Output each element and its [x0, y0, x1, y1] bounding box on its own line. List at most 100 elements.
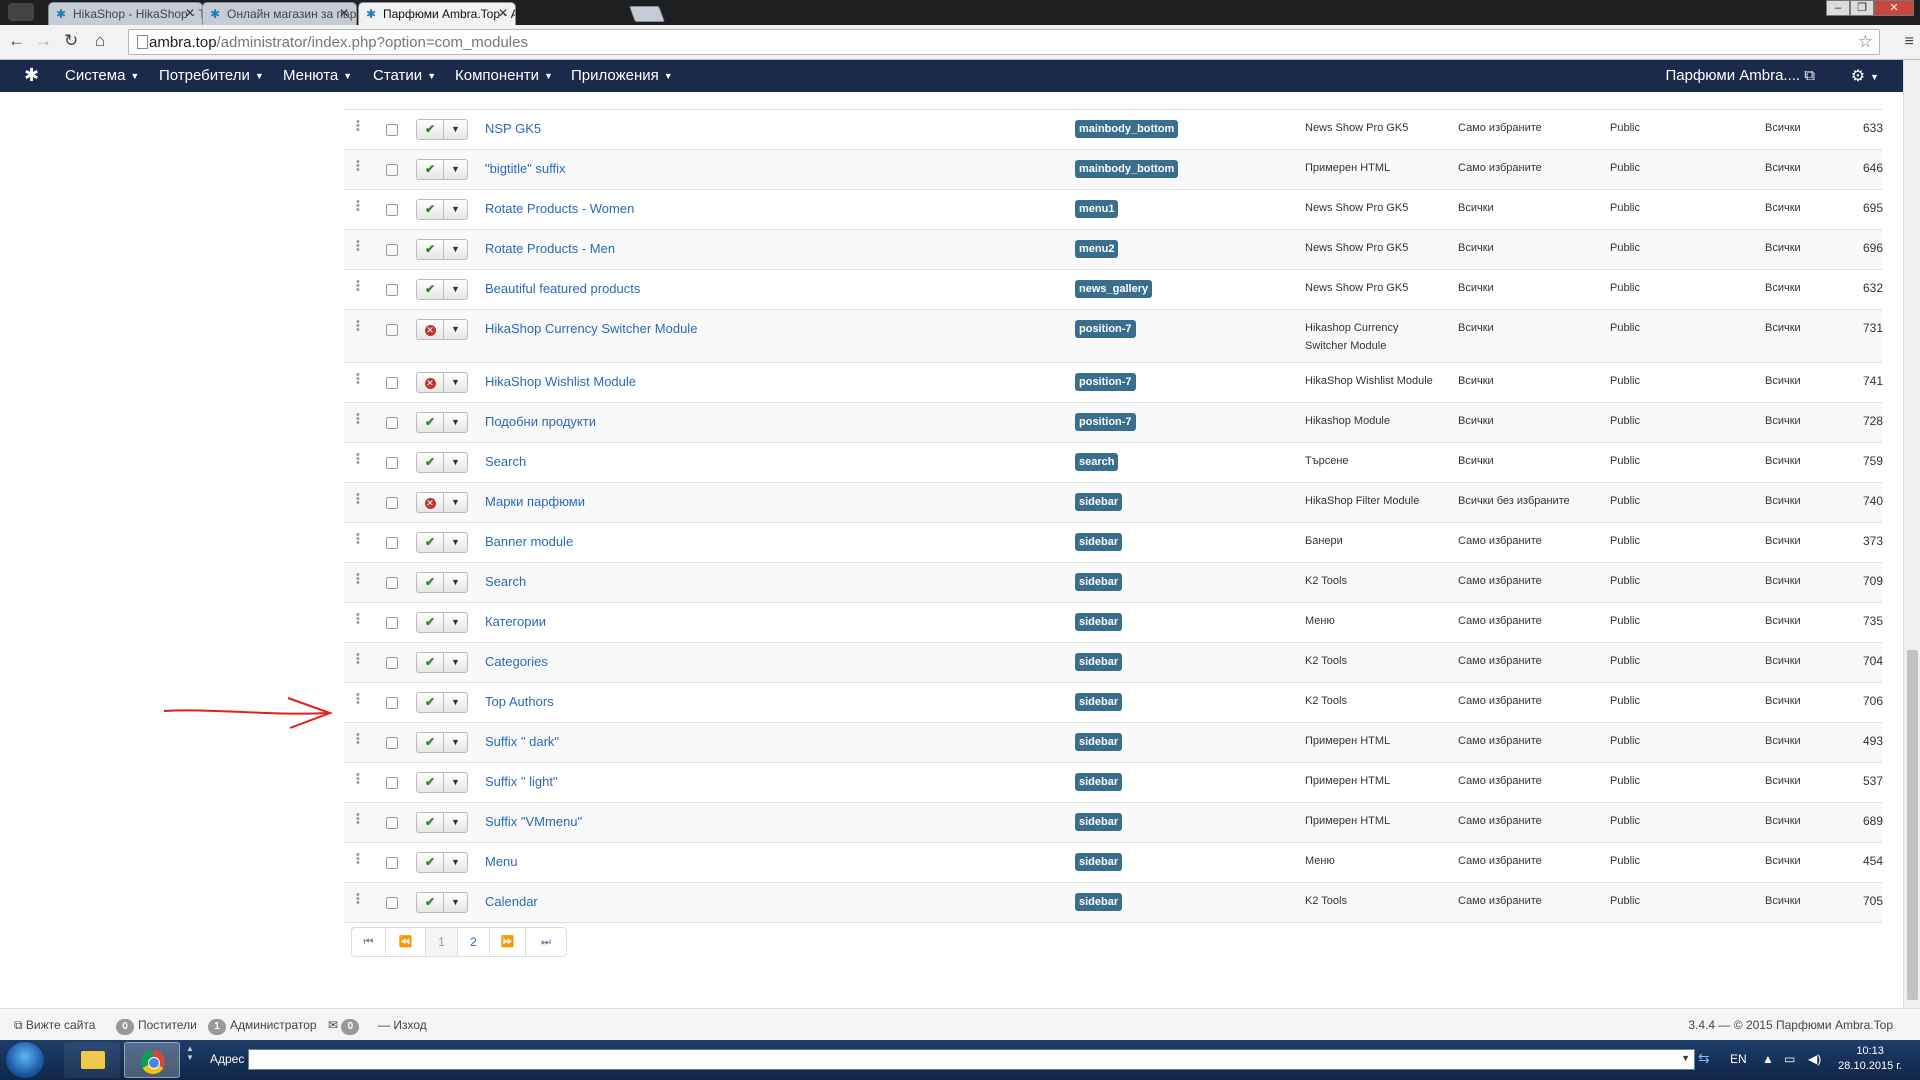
drag-handle-icon[interactable]: • • • — [356, 450, 360, 469]
menu-menus[interactable]: Менюта ▼ — [283, 67, 352, 84]
published-toggle[interactable]: ✔ — [416, 119, 444, 140]
published-toggle[interactable]: ✔ — [416, 692, 444, 713]
row-checkbox[interactable] — [386, 737, 398, 749]
drag-handle-icon[interactable]: • • • — [356, 810, 360, 829]
row-actions-dropdown[interactable]: ▼ — [443, 892, 468, 913]
chevron-down-icon[interactable]: ▼ — [1681, 1053, 1690, 1063]
row-checkbox[interactable] — [386, 817, 398, 829]
row-checkbox[interactable] — [386, 897, 398, 909]
module-title-link[interactable]: HikaShop Wishlist Module — [485, 374, 636, 389]
module-title-link[interactable]: Categories — [485, 654, 548, 669]
menu-articles[interactable]: Статии ▼ — [373, 67, 436, 84]
scrollbar-thumb[interactable] — [1907, 650, 1918, 1000]
unpublished-toggle[interactable]: ✕ — [416, 372, 444, 393]
module-title-link[interactable]: Calendar — [485, 894, 538, 909]
published-toggle[interactable]: ✔ — [416, 852, 444, 873]
drag-handle-icon[interactable]: • • • — [356, 277, 360, 296]
drag-handle-icon[interactable]: • • • — [356, 370, 360, 389]
published-toggle[interactable]: ✔ — [416, 199, 444, 220]
network-icon[interactable]: ▭ — [1784, 1052, 1795, 1066]
view-site-link[interactable]: Парфюми Ambra.... ⧉ — [1666, 67, 1816, 84]
taskbar-explorer[interactable] — [64, 1042, 120, 1078]
module-title-link[interactable]: Search — [485, 454, 526, 469]
system-clock[interactable]: 10:13 28.10.2015 г. — [1838, 1044, 1902, 1074]
browser-menu-icon[interactable]: ≡ — [1905, 33, 1914, 51]
row-actions-dropdown[interactable]: ▼ — [443, 692, 468, 713]
page-link-1[interactable]: 1 — [426, 928, 458, 956]
close-icon[interactable]: ✕ — [498, 6, 508, 20]
module-title-link[interactable]: Banner module — [485, 534, 573, 549]
module-title-link[interactable]: Rotate Products - Women — [485, 201, 634, 216]
bookmark-star-icon[interactable]: ☆ — [1858, 32, 1873, 52]
module-title-link[interactable]: Марки парфюми — [485, 494, 585, 509]
module-title-link[interactable]: Suffix " dark" — [485, 734, 559, 749]
menu-components[interactable]: Компоненти ▼ — [455, 67, 553, 84]
unpublished-toggle[interactable]: ✕ — [416, 492, 444, 513]
prev-page-icon[interactable]: ⏪ — [386, 928, 426, 956]
row-checkbox[interactable] — [386, 377, 398, 389]
drag-handle-icon[interactable]: • • • — [356, 490, 360, 509]
next-page-icon[interactable]: ⏩ — [490, 928, 526, 956]
row-actions-dropdown[interactable]: ▼ — [443, 279, 468, 300]
drag-handle-icon[interactable]: • • • — [356, 730, 360, 749]
row-checkbox[interactable] — [386, 284, 398, 296]
row-checkbox[interactable] — [386, 124, 398, 136]
maximize-icon[interactable]: ❐ — [1850, 0, 1874, 16]
close-icon[interactable]: ✕ — [339, 6, 349, 20]
drag-handle-icon[interactable]: • • • — [356, 157, 360, 176]
module-title-link[interactable]: Suffix " light" — [485, 774, 558, 789]
row-checkbox[interactable] — [386, 577, 398, 589]
back-icon[interactable]: ← — [8, 31, 25, 51]
drag-handle-icon[interactable]: • • • — [356, 650, 360, 669]
row-actions-dropdown[interactable]: ▼ — [443, 812, 468, 833]
menu-extensions[interactable]: Приложения ▼ — [571, 67, 673, 84]
row-checkbox[interactable] — [386, 457, 398, 469]
user-menu[interactable]: ⚙ ▼ — [1851, 66, 1879, 86]
published-toggle[interactable]: ✔ — [416, 452, 444, 473]
row-checkbox[interactable] — [386, 617, 398, 629]
first-page-icon[interactable]: ⏮ — [352, 928, 386, 956]
module-title-link[interactable]: Категории — [485, 614, 546, 629]
module-title-link[interactable]: Suffix "VMmenu" — [485, 814, 582, 829]
go-icon[interactable]: ⇆ — [1698, 1050, 1720, 1070]
drag-handle-icon[interactable]: • • • — [356, 530, 360, 549]
menu-system[interactable]: Система ▼ — [65, 67, 139, 84]
row-actions-dropdown[interactable]: ▼ — [443, 319, 468, 340]
published-toggle[interactable]: ✔ — [416, 772, 444, 793]
row-actions-dropdown[interactable]: ▼ — [443, 572, 468, 593]
row-actions-dropdown[interactable]: ▼ — [443, 412, 468, 433]
row-actions-dropdown[interactable]: ▼ — [443, 772, 468, 793]
published-toggle[interactable]: ✔ — [416, 732, 444, 753]
published-toggle[interactable]: ✔ — [416, 812, 444, 833]
published-toggle[interactable]: ✔ — [416, 239, 444, 260]
row-checkbox[interactable] — [386, 417, 398, 429]
row-checkbox[interactable] — [386, 164, 398, 176]
browser-tab-3[interactable]: ✱ Парфюми Ambra.Top - А ✕ — [358, 2, 516, 25]
row-actions-dropdown[interactable]: ▼ — [443, 119, 468, 140]
page-scrollbar[interactable] — [1903, 60, 1920, 1008]
row-checkbox[interactable] — [386, 204, 398, 216]
drag-handle-icon[interactable]: • • • — [356, 117, 360, 136]
row-checkbox[interactable] — [386, 324, 398, 336]
toolbar-grip-icon[interactable]: ▲ ▼ — [184, 1044, 196, 1076]
drag-handle-icon[interactable]: • • • — [356, 237, 360, 256]
start-button[interactable] — [6, 1042, 44, 1078]
row-checkbox[interactable] — [386, 777, 398, 789]
row-actions-dropdown[interactable]: ▼ — [443, 532, 468, 553]
joomla-logo-icon[interactable]: ✱ — [24, 65, 39, 86]
row-actions-dropdown[interactable]: ▼ — [443, 372, 468, 393]
drag-handle-icon[interactable]: • • • — [356, 690, 360, 709]
drag-handle-icon[interactable]: • • • — [356, 570, 360, 589]
module-title-link[interactable]: NSP GK5 — [485, 121, 541, 136]
published-toggle[interactable]: ✔ — [416, 612, 444, 633]
row-actions-dropdown[interactable]: ▼ — [443, 612, 468, 633]
module-title-link[interactable]: Rotate Products - Men — [485, 241, 615, 256]
row-actions-dropdown[interactable]: ▼ — [443, 452, 468, 473]
window-close-icon[interactable]: ✕ — [1874, 0, 1914, 16]
drag-handle-icon[interactable]: • • • — [356, 317, 360, 336]
address-toolbar-input[interactable]: ▼ — [248, 1049, 1695, 1070]
module-title-link[interactable]: Подобни продукти — [485, 414, 596, 429]
browser-tab-1[interactable]: ✱ HikaShop - HikaShop - Те ✕ — [48, 2, 203, 25]
row-actions-dropdown[interactable]: ▼ — [443, 159, 468, 180]
row-actions-dropdown[interactable]: ▼ — [443, 852, 468, 873]
